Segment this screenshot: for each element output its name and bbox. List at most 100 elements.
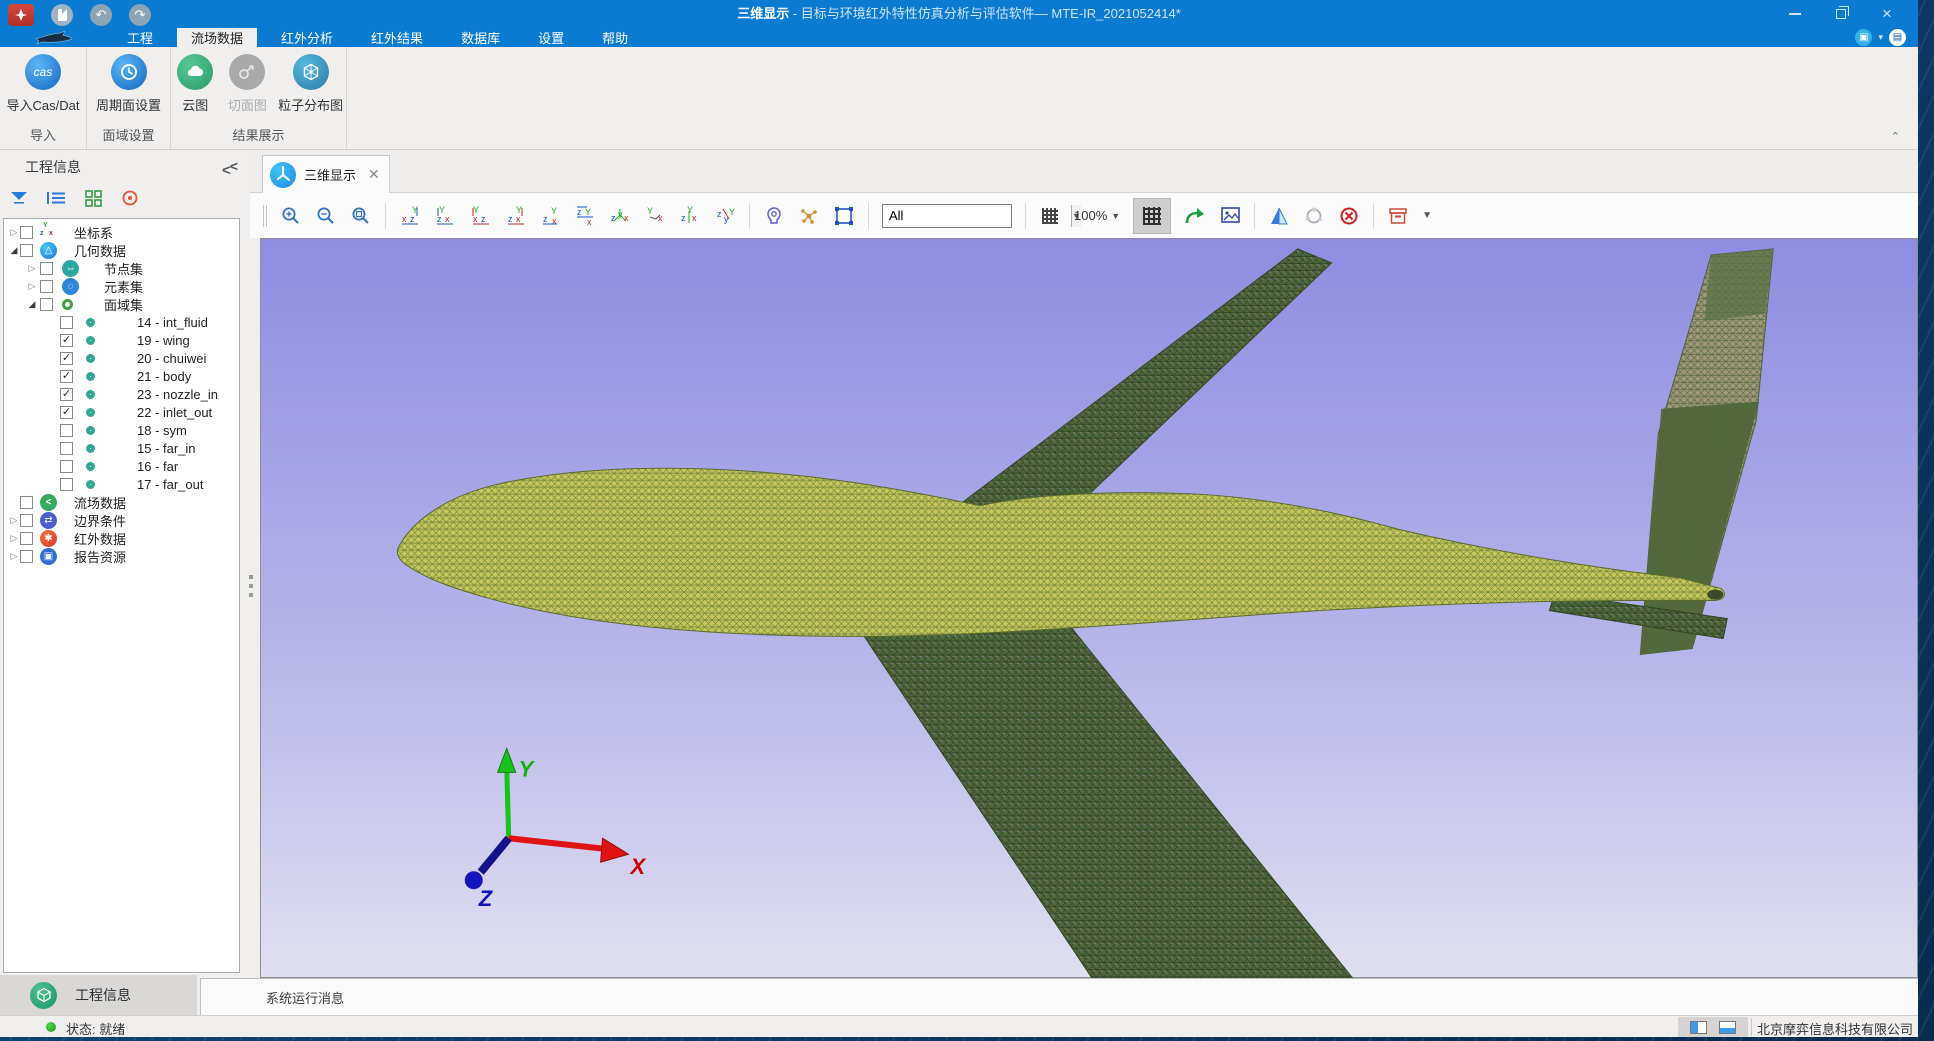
tree-checkbox[interactable] bbox=[60, 370, 73, 383]
minimize-button[interactable] bbox=[1772, 0, 1818, 28]
tree-row[interactable]: ▷ ⇔ 节点集 bbox=[4, 259, 239, 277]
tree-checkbox[interactable] bbox=[60, 424, 73, 437]
loop-animation-button[interactable] bbox=[1303, 205, 1325, 227]
tab-close-icon[interactable]: ✕ bbox=[368, 166, 380, 183]
chevron-down-icon[interactable]: ▼ bbox=[1422, 210, 1432, 221]
tree-checkbox[interactable] bbox=[60, 334, 73, 347]
tree-checkbox[interactable] bbox=[20, 532, 33, 545]
periodic-face-button[interactable]: 周期面设置 bbox=[87, 54, 170, 114]
transparency-button[interactable] bbox=[1039, 205, 1061, 227]
panel-collapse-button[interactable]: < bbox=[230, 158, 238, 174]
tree-row[interactable]: ▷ ✱ 红外数据 bbox=[4, 529, 239, 547]
mirror-button[interactable] bbox=[1268, 205, 1290, 227]
mesh-display-toggle[interactable] bbox=[1133, 198, 1171, 234]
locate-button[interactable] bbox=[119, 188, 141, 208]
layout-left-icon[interactable] bbox=[1690, 1021, 1707, 1034]
tree-checkbox[interactable] bbox=[60, 352, 73, 365]
cancel-button[interactable] bbox=[1338, 205, 1360, 227]
menu-item-project[interactable]: 工程 bbox=[113, 28, 167, 47]
view-iso-1-button[interactable]: zyx bbox=[609, 205, 631, 227]
export-button[interactable] bbox=[1184, 205, 1206, 227]
tree-row[interactable]: 14 - int_fluid bbox=[4, 313, 239, 331]
tree-row[interactable]: < 流场数据 bbox=[4, 493, 239, 511]
opacity-level-dropdown[interactable]: 100% ▼ bbox=[1074, 208, 1120, 223]
tree-checkbox[interactable] bbox=[20, 514, 33, 527]
3d-viewport[interactable]: Y X Z bbox=[260, 238, 1918, 978]
view-iso-2-button[interactable]: Yx bbox=[644, 205, 666, 227]
expander-icon[interactable]: ▷ bbox=[26, 281, 38, 292]
tree-row[interactable]: 18 - sym bbox=[4, 421, 239, 439]
menu-item-ir-results[interactable]: 红外结果 bbox=[357, 28, 437, 47]
contour-plot-button[interactable]: 云图 bbox=[171, 54, 219, 114]
snapshot-button[interactable] bbox=[1219, 205, 1241, 227]
tree-checkbox[interactable] bbox=[40, 262, 53, 275]
restore-button[interactable] bbox=[1818, 0, 1864, 28]
toolbar-grip[interactable] bbox=[263, 205, 267, 227]
menu-item-flowfield[interactable]: 流场数据 bbox=[177, 28, 257, 47]
tree-row[interactable]: 21 - body bbox=[4, 367, 239, 385]
tree-row[interactable]: ◢ △ 几何数据 bbox=[4, 241, 239, 259]
tree-checkbox[interactable] bbox=[60, 388, 73, 401]
expander-icon[interactable]: ▷ bbox=[8, 227, 20, 238]
project-info-bottom-tab[interactable]: 工程信息 bbox=[0, 975, 197, 1015]
menu-item-settings[interactable]: 设置 bbox=[524, 28, 578, 47]
view-iso-3-button[interactable]: zxY bbox=[679, 205, 701, 227]
particles-display-button[interactable] bbox=[798, 205, 820, 227]
tree-row[interactable]: ▷ ⇄ 边界条件 bbox=[4, 511, 239, 529]
layout-bottom-icon[interactable] bbox=[1719, 1021, 1736, 1034]
collapse-all-button[interactable] bbox=[45, 188, 67, 208]
close-button[interactable]: × bbox=[1864, 0, 1910, 28]
view-back-button[interactable]: zxY bbox=[434, 205, 456, 227]
chevron-down-icon[interactable]: ▾ bbox=[1878, 32, 1883, 43]
view-top-button[interactable]: zYx bbox=[539, 205, 561, 227]
display-filter-combobox[interactable]: ▼ bbox=[882, 204, 1012, 228]
zoom-out-button[interactable] bbox=[315, 205, 337, 227]
tree-checkbox[interactable] bbox=[20, 226, 33, 239]
theme-button[interactable]: ▤ bbox=[1889, 29, 1906, 46]
tree-checkbox[interactable] bbox=[20, 550, 33, 563]
tree-row[interactable]: 22 - inlet_out bbox=[4, 403, 239, 421]
tree-checkbox[interactable] bbox=[20, 244, 33, 257]
titlebar[interactable]: ↶ ↷ 三维显示 - 目标与环境红外特性仿真分析与评估软件— MTE-IR_20… bbox=[0, 0, 1918, 28]
view-bottom-button[interactable]: zYx bbox=[574, 205, 596, 227]
particle-distribution-button[interactable]: 粒子分布图 bbox=[275, 54, 346, 114]
view-left-button[interactable]: xzY bbox=[469, 205, 491, 227]
tree-row[interactable]: ◢ 面域集 bbox=[4, 295, 239, 313]
ribbon-collapse-button[interactable]: ⌃ bbox=[1891, 130, 1900, 143]
expander-icon[interactable]: ◢ bbox=[8, 245, 20, 256]
expander-icon[interactable]: ▷ bbox=[8, 515, 20, 526]
tab-3d-view[interactable]: 三维显示 ✕ bbox=[262, 155, 390, 193]
expander-icon[interactable]: ▷ bbox=[8, 533, 20, 544]
view-front-button[interactable]: xzY bbox=[399, 205, 421, 227]
expander-icon[interactable]: ▷ bbox=[26, 263, 38, 274]
view-iso-4-button[interactable]: zyY bbox=[714, 205, 736, 227]
probe-button[interactable] bbox=[763, 205, 785, 227]
menu-item-help[interactable]: 帮助 bbox=[588, 28, 642, 47]
archive-button[interactable] bbox=[1387, 205, 1409, 227]
panel-splitter-handle[interactable] bbox=[248, 575, 254, 597]
menu-item-ir-analysis[interactable]: 红外分析 bbox=[267, 28, 347, 47]
group-view-button[interactable] bbox=[82, 188, 104, 208]
box-select-button[interactable] bbox=[833, 205, 855, 227]
tree-row[interactable]: 17 - far_out bbox=[4, 475, 239, 493]
expander-icon[interactable]: ▷ bbox=[8, 551, 20, 562]
style-switch-button[interactable]: ▣ bbox=[1855, 29, 1872, 46]
filter-button[interactable] bbox=[8, 188, 30, 208]
tab-scroll-left-button[interactable]: < bbox=[222, 162, 231, 179]
project-tree[interactable]: ▷ Yzx 坐标系 ◢ △ 几何数据 ▷ ⇔ 节点集 ▷ ◌ 元素集 bbox=[3, 218, 240, 973]
zoom-in-button[interactable] bbox=[280, 205, 302, 227]
tree-row[interactable]: 15 - far_in bbox=[4, 439, 239, 457]
tree-checkbox[interactable] bbox=[60, 406, 73, 419]
tree-row[interactable]: ▷ ◌ 元素集 bbox=[4, 277, 239, 295]
tree-row[interactable]: 19 - wing bbox=[4, 331, 239, 349]
tree-row[interactable]: ▷ ▣ 报告资源 bbox=[4, 547, 239, 565]
menu-item-database[interactable]: 数据库 bbox=[447, 28, 514, 47]
tree-row[interactable]: ▷ Yzx 坐标系 bbox=[4, 223, 239, 241]
zoom-fit-button[interactable] bbox=[350, 205, 372, 227]
tree-checkbox[interactable] bbox=[20, 496, 33, 509]
tree-checkbox[interactable] bbox=[40, 280, 53, 293]
expander-icon[interactable]: ◢ bbox=[26, 299, 38, 310]
tree-checkbox[interactable] bbox=[60, 478, 73, 491]
tree-checkbox[interactable] bbox=[60, 316, 73, 329]
tree-checkbox[interactable] bbox=[40, 298, 53, 311]
